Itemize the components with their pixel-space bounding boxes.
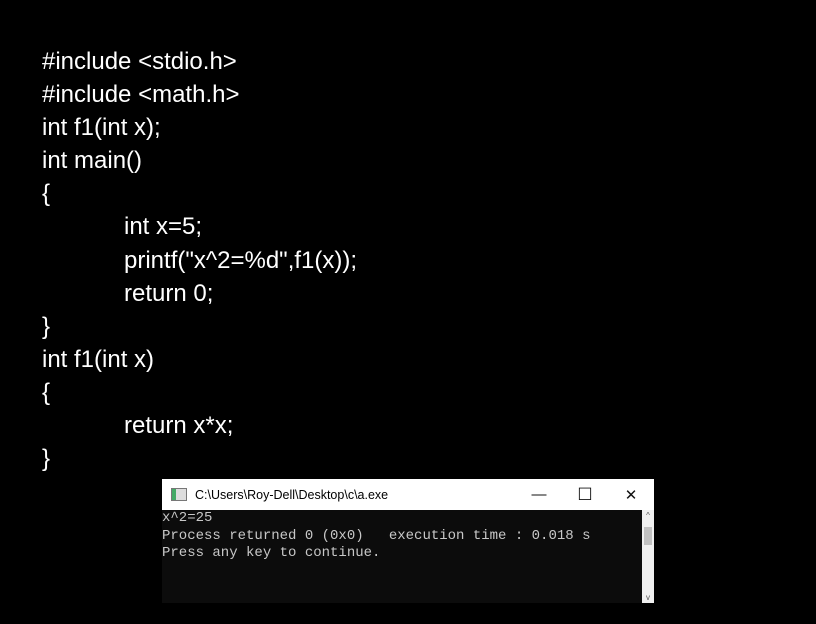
console-window: C:\Users\Roy-Dell\Desktop\c\a.exe — ☐ ✕ …: [162, 479, 654, 603]
minimize-button[interactable]: —: [516, 479, 562, 510]
code-line: printf("x^2=%d",f1(x));: [124, 246, 358, 274]
vertical-scrollbar[interactable]: ^ v: [642, 510, 654, 603]
output-line: Press any key to continue.: [162, 545, 381, 561]
code-line: int f1(int x): [42, 345, 155, 373]
console-title: C:\Users\Roy-Dell\Desktop\c\a.exe: [195, 487, 389, 502]
console-title-bar[interactable]: C:\Users\Roy-Dell\Desktop\c\a.exe — ☐ ✕: [162, 479, 654, 510]
code-line: int x=5;: [124, 213, 203, 241]
code-line: return 0;: [124, 279, 214, 307]
code-line: return x*x;: [124, 412, 234, 440]
code-line: {: [42, 378, 51, 406]
code-line: }: [42, 445, 51, 473]
output-line: Process returned 0 (0x0) execution time …: [162, 527, 591, 544]
maximize-button[interactable]: ☐: [562, 479, 608, 510]
code-line: }: [42, 312, 51, 340]
code-listing: #include <stdio.h> #include <math.h> int…: [42, 45, 357, 475]
code-line: {: [42, 180, 51, 208]
scroll-down-icon[interactable]: v: [642, 593, 654, 602]
output-line: x^2=25: [162, 510, 213, 526]
code-line: int f1(int x);: [42, 114, 161, 142]
scroll-up-icon[interactable]: ^: [642, 511, 654, 520]
code-line: #include <stdio.h>: [42, 48, 237, 75]
console-app-icon: [171, 488, 187, 501]
scrollbar-thumb[interactable]: [644, 527, 652, 545]
close-button[interactable]: ✕: [608, 479, 654, 510]
code-line: #include <math.h>: [42, 81, 240, 109]
console-output: x^2=25 Process returned 0 (0x0) executio…: [162, 510, 642, 603]
code-line: int main(): [42, 147, 143, 175]
